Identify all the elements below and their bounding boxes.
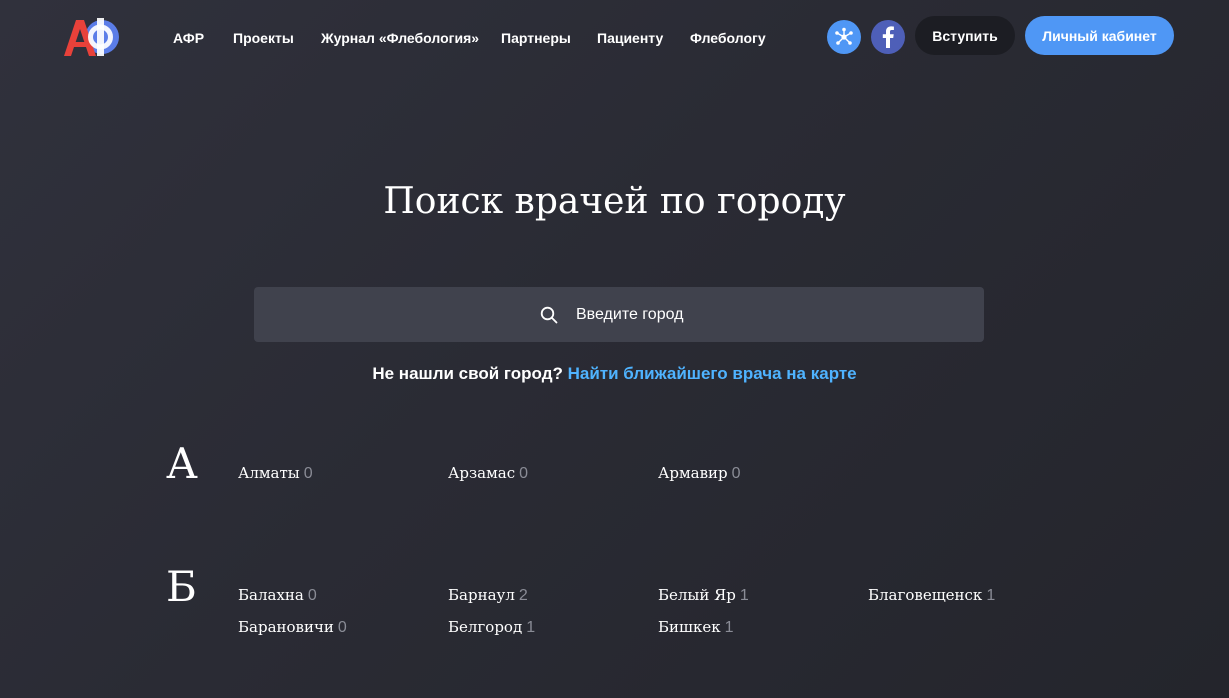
city-item[interactable]: Белгород 1 bbox=[448, 617, 535, 638]
personal-account-button[interactable]: Личный кабинет bbox=[1025, 16, 1174, 55]
city-name: Арзамас bbox=[448, 464, 516, 482]
network-icon bbox=[835, 27, 853, 45]
city-item[interactable]: Балахна 0 bbox=[238, 585, 317, 606]
logo[interactable] bbox=[62, 16, 122, 58]
page-title: Поиск врачей по городу bbox=[383, 181, 846, 222]
nav-item-partners[interactable]: Партнеры bbox=[501, 29, 571, 47]
find-on-map-link[interactable]: Найти ближайшего врача на карте bbox=[568, 364, 857, 383]
join-button[interactable]: Вступить bbox=[915, 16, 1015, 55]
city-search[interactable] bbox=[254, 287, 984, 342]
city-count: 0 bbox=[307, 587, 317, 604]
city-item[interactable]: Арзамас 0 bbox=[448, 463, 528, 484]
city-name: Бишкек bbox=[658, 618, 721, 636]
logo-icon bbox=[64, 18, 119, 56]
letter-heading: Б bbox=[166, 562, 197, 611]
city-item[interactable]: Барановичи 0 bbox=[238, 617, 347, 638]
city-count: 1 bbox=[986, 587, 996, 604]
city-item[interactable]: Алматы 0 bbox=[238, 463, 313, 484]
city-count: 0 bbox=[731, 465, 741, 482]
city-item[interactable]: Барнаул 2 bbox=[448, 585, 528, 606]
city-name: Благовещенск bbox=[868, 586, 983, 604]
search-icon bbox=[540, 306, 558, 324]
city-name: Алматы bbox=[238, 464, 300, 482]
city-item[interactable]: Армавир 0 bbox=[658, 463, 741, 484]
city-count: 1 bbox=[724, 619, 734, 636]
city-name: Барановичи bbox=[238, 618, 334, 636]
city-search-input[interactable] bbox=[574, 304, 698, 325]
network-button[interactable] bbox=[827, 20, 861, 54]
city-count: 0 bbox=[303, 465, 313, 482]
city-item[interactable]: Белый Яр 1 bbox=[658, 585, 749, 606]
nav-item-phlebologist[interactable]: Флебологу bbox=[690, 29, 766, 47]
facebook-button[interactable] bbox=[871, 20, 905, 54]
city-count: 1 bbox=[739, 587, 749, 604]
city-count: 0 bbox=[337, 619, 347, 636]
nav-item-journal[interactable]: Журнал «Флебология» bbox=[321, 29, 479, 47]
nav-item-patient[interactable]: Пациенту bbox=[597, 29, 663, 47]
city-name: Барнаул bbox=[448, 586, 515, 604]
city-name: Армавир bbox=[658, 464, 728, 482]
facebook-icon bbox=[882, 26, 894, 48]
city-count: 2 bbox=[518, 587, 528, 604]
city-name: Балахна bbox=[238, 586, 304, 604]
not-found-hint: Не нашли свой город? Найти ближайшего вр… bbox=[0, 364, 1229, 384]
city-count: 0 bbox=[519, 465, 529, 482]
city-item[interactable]: Бишкек 1 bbox=[658, 617, 734, 638]
nav-item-projects[interactable]: Проекты bbox=[233, 29, 294, 47]
not-found-text: Не нашли свой город? bbox=[372, 364, 563, 383]
city-name: Белгород bbox=[448, 618, 523, 636]
city-item[interactable]: Благовещенск 1 bbox=[868, 585, 995, 606]
letter-heading: А bbox=[166, 439, 198, 488]
nav-item-afr[interactable]: АФР bbox=[173, 29, 204, 47]
city-name: Белый Яр bbox=[658, 586, 736, 604]
city-count: 1 bbox=[526, 619, 536, 636]
